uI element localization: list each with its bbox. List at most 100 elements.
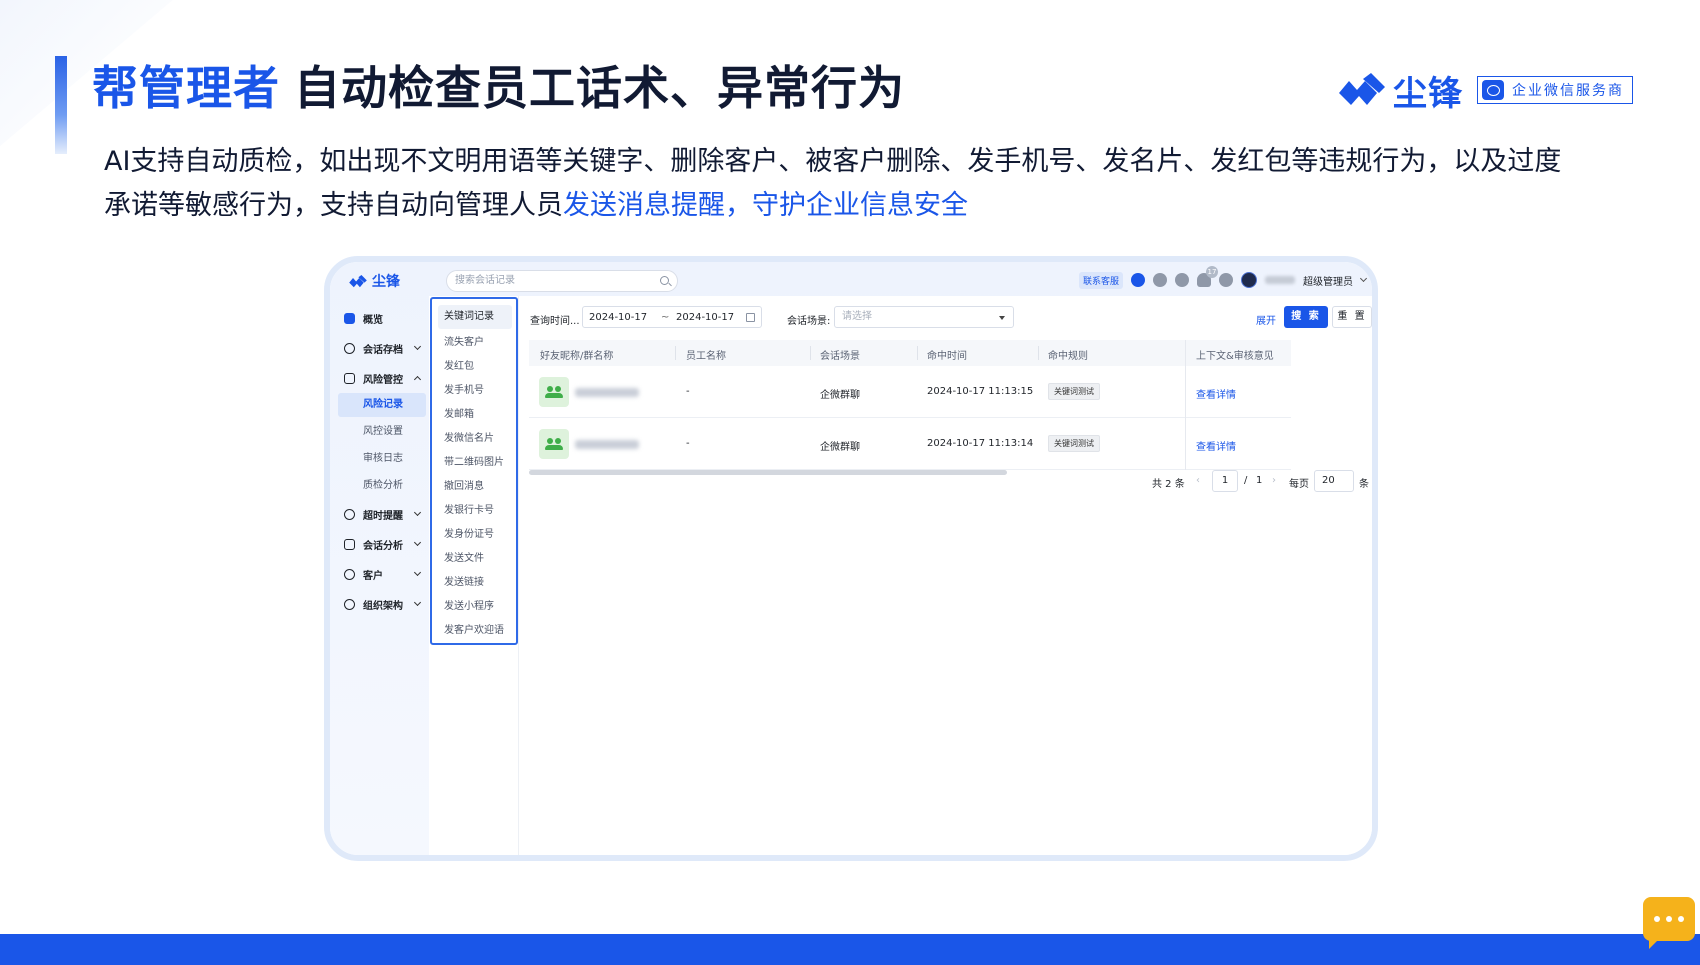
hit-rule-tag: 关键词测试 [1048, 383, 1100, 400]
hit-rule-tag: 关键词测试 [1048, 435, 1100, 452]
page-size-value: 20 [1322, 475, 1335, 486]
sidebar-item-conversation-archive[interactable]: 会话存档 [338, 336, 426, 360]
eye-icon[interactable] [1131, 273, 1145, 287]
column-divider [675, 346, 676, 360]
chevron-down-icon [413, 508, 422, 517]
risk-type-menu: 关键词记录 流失客户 发红包 发手机号 发邮箱 发微信名片 带二维码图片 撤回消… [430, 297, 518, 645]
user-name-blurred [1265, 276, 1295, 284]
sidebar-item-risk-control[interactable]: 风险管控 [338, 366, 426, 390]
scene-select[interactable]: 请选择 [834, 306, 1014, 328]
app-screenshot: 尘锋 搜索会话记录 联系客服 17 超级管理员 概览 会话存档 风险管控 风险记… [324, 256, 1378, 861]
description-line-2: 承诺等敏感行为，支持自动向管理人员发送消息提醒，守护企业信息安全 [104, 184, 1644, 228]
wechat-icon[interactable] [1219, 273, 1233, 287]
expand-filter-link[interactable]: 展开 [1256, 312, 1276, 327]
search-button[interactable]: 搜 索 [1284, 306, 1328, 328]
prev-page-button[interactable]: ‹ [1196, 475, 1200, 486]
sidebar-sub-qc-analysis[interactable]: 质检分析 [338, 474, 426, 498]
submenu-item[interactable]: 发身份证号 [432, 523, 516, 547]
hit-time: 2024-10-17 11:13:15 [927, 386, 1034, 397]
fixed-column-divider [1185, 340, 1291, 470]
shield-icon [344, 372, 355, 384]
submenu-item[interactable]: 发手机号 [432, 379, 516, 403]
sidebar-sub-risk-settings[interactable]: 风控设置 [338, 420, 426, 444]
next-page-button[interactable]: › [1272, 475, 1276, 486]
query-time-label: 查询时间... [530, 316, 580, 327]
page-size-select[interactable]: 20 [1314, 470, 1354, 492]
wecom-icon [1482, 80, 1504, 100]
description: AI支持自动质检，如出现不文明用语等关键字、删除客户、被客户删除、发手机号、发名… [104, 140, 1644, 228]
sidebar-item-label: 会话存档 [363, 344, 403, 356]
sidebar-item-label: 会话分析 [363, 540, 403, 552]
sidebar-item-timeout-reminder[interactable]: 超时提醒 [338, 502, 426, 526]
download-icon[interactable] [1175, 273, 1189, 287]
notification-count: 17 [1206, 266, 1218, 278]
submenu-item[interactable]: 发客户欢迎语 [432, 619, 516, 643]
sidebar-item-conversation-analysis[interactable]: 会话分析 [338, 532, 426, 556]
page-number-input[interactable]: 1 [1212, 470, 1238, 492]
total-pages: 1 [1256, 475, 1263, 486]
app-topbar: 尘锋 搜索会话记录 联系客服 17 超级管理员 [330, 262, 1372, 296]
description-highlight: 发送消息提醒，守护企业信息安全 [563, 190, 968, 221]
reset-button[interactable]: 重 置 [1332, 306, 1372, 328]
chat-button[interactable] [1643, 897, 1695, 949]
submenu-item[interactable]: 发送文件 [432, 547, 516, 571]
submenu-item[interactable]: 发红包 [432, 355, 516, 379]
table-row[interactable]: - 企微群聊 2024-10-17 11:13:14 关键词测试 查看详情 [529, 418, 1291, 470]
submenu-item[interactable]: 发邮箱 [432, 403, 516, 427]
info-icon[interactable] [1153, 273, 1167, 287]
submenu-item[interactable]: 流失客户 [432, 331, 516, 355]
sidebar-item-label: 客户 [363, 570, 383, 582]
avatar[interactable] [1241, 272, 1257, 288]
sidebar-item-label: 概览 [363, 314, 383, 326]
sidebar-sub-audit-log[interactable]: 审核日志 [338, 447, 426, 471]
sidebar-item-label: 超时提醒 [363, 510, 403, 522]
search-icon[interactable] [660, 276, 669, 285]
submenu-item[interactable]: 发银行卡号 [432, 499, 516, 523]
user-role[interactable]: 超级管理员 [1303, 273, 1353, 288]
submenu-item[interactable]: 发微信名片 [432, 427, 516, 451]
sidebar: 概览 会话存档 风险管控 风险记录 风控设置 审核日志 质检分析 超时提醒 会话… [330, 296, 429, 855]
topbar-actions: 联系客服 17 超级管理员 [1078, 266, 1368, 290]
brand-block: 尘锋 企业微信服务商 [1337, 68, 1633, 114]
calendar-icon [746, 313, 755, 322]
chart-icon [344, 538, 355, 550]
conversation-search-input[interactable]: 搜索会话记录 [446, 270, 678, 292]
per-page-unit: 条 [1359, 479, 1369, 490]
page-separator: / [1244, 475, 1248, 486]
submenu-item[interactable]: 发送链接 [432, 571, 516, 595]
chat-dots-icon [1654, 916, 1660, 922]
sidebar-item-customers[interactable]: 客户 [338, 562, 426, 586]
sidebar-item-label: 组织架构 [363, 600, 403, 612]
sidebar-item-org-structure[interactable]: 组织架构 [338, 592, 426, 616]
date-range-picker[interactable]: 2024-10-17 ~ 2024-10-17 [582, 306, 762, 328]
employee-name: - [686, 386, 690, 397]
slide-title: 帮管理者 自动检查员工话术、异常行为 [92, 52, 905, 118]
sidebar-sub-risk-records[interactable]: 风险记录 [338, 393, 426, 417]
chevron-down-icon [413, 598, 422, 607]
horizontal-scrollbar[interactable] [529, 470, 1007, 475]
submenu-item-keyword-records[interactable]: 关键词记录 [438, 305, 512, 329]
title-rest: 自动检查员工话术、异常行为 [294, 61, 905, 115]
bell-icon[interactable]: 17 [1197, 266, 1218, 287]
brand-name: 尘锋 [1393, 73, 1463, 114]
scene-value: 企微群聊 [820, 390, 860, 401]
filter-bar: 查询时间... 2024-10-17 ~ 2024-10-17 会话场景: 请选… [519, 306, 1372, 330]
chat-dots-icon [1666, 916, 1672, 922]
column-divider [810, 346, 811, 360]
footer-band [0, 934, 1700, 965]
sidebar-item-overview[interactable]: 概览 [338, 306, 426, 330]
hit-time: 2024-10-17 11:13:14 [927, 438, 1034, 449]
submenu-item[interactable]: 撤回消息 [432, 475, 516, 499]
contact-service-button[interactable]: 联系客服 [1078, 271, 1123, 289]
column-divider [1038, 346, 1039, 360]
chevron-down-icon [413, 342, 422, 351]
app-logo-text: 尘锋 [372, 274, 400, 290]
chevron-up-icon [413, 375, 422, 384]
submenu-item[interactable]: 发送小程序 [432, 595, 516, 619]
submenu-column: 关键词记录 流失客户 发红包 发手机号 发邮箱 发微信名片 带二维码图片 撤回消… [429, 296, 519, 855]
chat-icon [344, 342, 355, 354]
table-row[interactable]: - 企微群聊 2024-10-17 11:13:15 关键词测试 查看详情 [529, 366, 1291, 418]
submenu-item[interactable]: 带二维码图片 [432, 451, 516, 475]
app-logo[interactable]: 尘锋 [348, 271, 400, 291]
chevron-down-icon[interactable] [1359, 274, 1368, 283]
